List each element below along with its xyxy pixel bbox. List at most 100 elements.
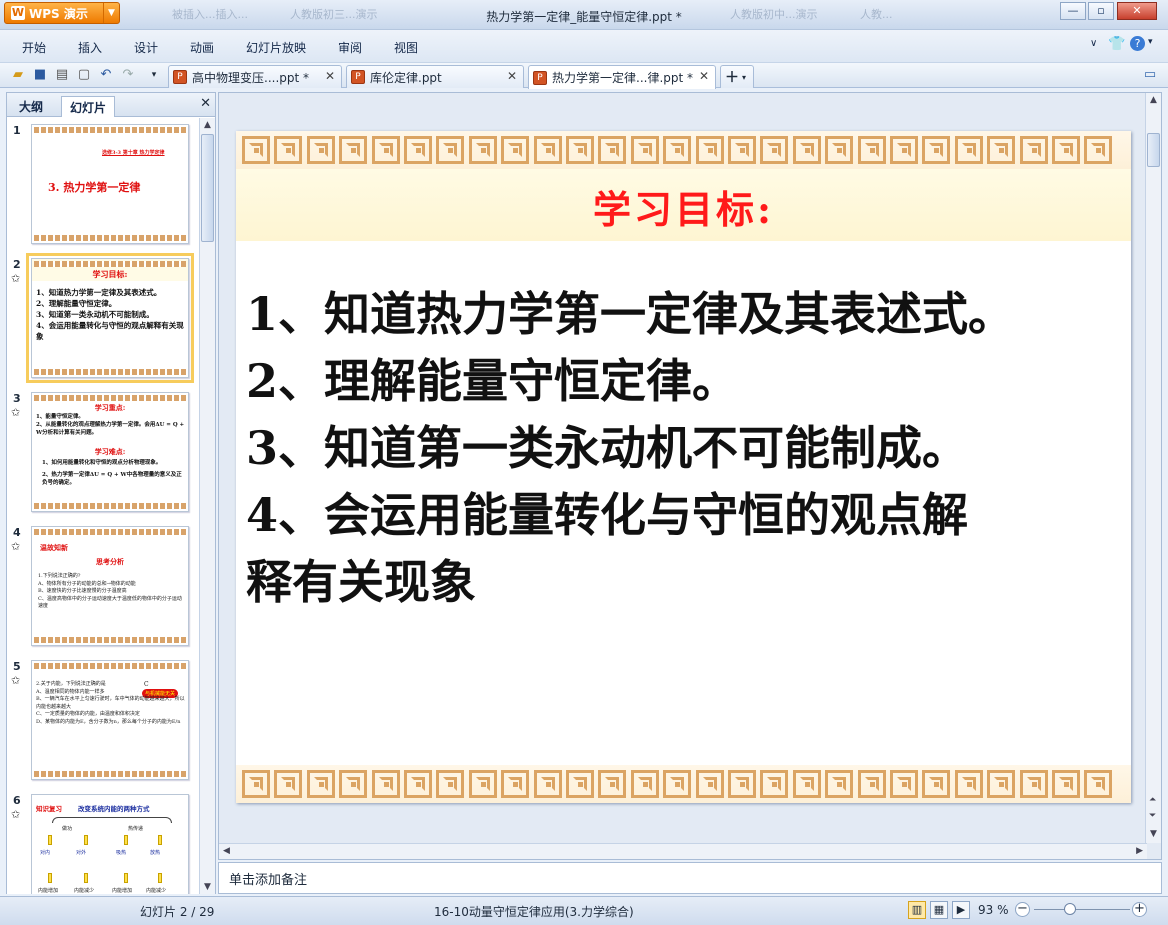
greek-key-tile bbox=[890, 136, 918, 164]
normal-view-button[interactable]: ▥ bbox=[908, 901, 926, 919]
zoom-in-button[interactable]: + bbox=[1132, 902, 1147, 917]
scrollbar-thumb[interactable] bbox=[1147, 133, 1160, 167]
help-dropdown-icon[interactable]: ▾ bbox=[1148, 37, 1153, 47]
scroll-down-icon[interactable]: ▼ bbox=[1150, 829, 1157, 839]
close-tab-icon[interactable]: ✕ bbox=[507, 69, 517, 83]
slide-sorter-button[interactable]: ▦ bbox=[930, 901, 948, 919]
thumb-arrow bbox=[158, 873, 162, 883]
slide-thumbnail[interactable]: 学习重点: 1、能量守恒定律。 2、从能量转化的观点理解热力学第一定律。会用ΔU… bbox=[31, 392, 189, 512]
greek-key-tile bbox=[631, 770, 659, 798]
animation-star-icon: ✩ bbox=[11, 406, 21, 419]
thumb-title-2: 学习难点: bbox=[94, 447, 126, 456]
slide-number: 5 bbox=[13, 660, 21, 673]
greek-key-tile bbox=[436, 770, 464, 798]
help-icon[interactable]: ? bbox=[1130, 36, 1145, 51]
slide-thumbnail[interactable]: 温故知新 思考分析 1.下列说法正确的? A、物体所有分子的动能的总和→物体的动… bbox=[31, 526, 189, 646]
close-pane-icon[interactable]: ✕ bbox=[200, 96, 211, 111]
greek-key-tile bbox=[1052, 136, 1080, 164]
menu-review[interactable]: 审阅 bbox=[338, 39, 362, 56]
slide-number: 6 bbox=[13, 794, 21, 807]
slide-thumbnail[interactable]: C 与机械能无关 2.关于内能，下列说法正确的是 A、温度相同的物体内能一样多 … bbox=[31, 660, 189, 780]
slides-pane-scrollbar[interactable]: ▲ ▼ bbox=[199, 118, 215, 894]
menu-slideshow[interactable]: 幻灯片放映 bbox=[246, 39, 306, 56]
greek-key-tile bbox=[566, 136, 594, 164]
tab-list-icon[interactable]: ▭ bbox=[1142, 67, 1158, 83]
greek-key-tile bbox=[1020, 136, 1048, 164]
tab-slides[interactable]: 幻灯片 bbox=[61, 96, 116, 117]
thumb-subtitle: 思考分析 bbox=[96, 557, 124, 566]
pane-tabs: 大纲 幻灯片 ✕ bbox=[7, 93, 215, 117]
customize-toolbar-icon[interactable]: ▾ bbox=[146, 67, 162, 83]
scrollbar-thumb[interactable] bbox=[201, 134, 214, 242]
close-tab-icon[interactable]: ✕ bbox=[325, 69, 335, 83]
slide-body-text[interactable]: 1、知道热力学第一定律及其表述式。 2、理解能量守恒定律。 3、知道第一类永动机… bbox=[246, 281, 1126, 616]
zoom-level[interactable]: 93 % bbox=[978, 903, 1009, 917]
slide-thumbnail[interactable]: 选修3-3 第十章 热力学定律 3. 热力学第一定律 bbox=[31, 124, 189, 244]
ppt-file-icon: P bbox=[173, 70, 187, 84]
maximize-button[interactable]: ▫ bbox=[1088, 2, 1114, 20]
slide-thumbnail[interactable]: 学习目标: 1、知道热力学第一定律及其表述式。 2、理解能量守恒定律。 3、知道… bbox=[26, 253, 194, 383]
greek-key-tile bbox=[1020, 770, 1048, 798]
close-tab-icon[interactable]: ✕ bbox=[699, 69, 709, 83]
menu-design[interactable]: 设计 bbox=[134, 39, 158, 56]
editor-vertical-scrollbar[interactable]: ▲ ⏶ ⏷ ▼ bbox=[1145, 93, 1161, 843]
scroll-right-icon[interactable]: ▶ bbox=[1136, 846, 1143, 856]
thumb-line: 2、从能量转化的观点理解热力学第一定律。会用ΔU = Q + W分析和计算有关问… bbox=[36, 422, 185, 436]
print-preview-icon[interactable]: ▢ bbox=[76, 67, 92, 83]
chevron-down-icon[interactable]: ∨ bbox=[1090, 38, 1097, 49]
slide-thumbnail[interactable]: 知识复习 改变系统内能的两种方式 做功 热传递 对内 对外 吸热 放热 内能增加… bbox=[31, 794, 189, 894]
greek-key-tile bbox=[663, 770, 691, 798]
thumb-node: 做功 bbox=[62, 826, 73, 832]
open-folder-icon[interactable]: ▰ bbox=[10, 67, 26, 83]
new-tab-button[interactable]: ＋ ▾ bbox=[720, 65, 754, 88]
menu-view[interactable]: 视图 bbox=[394, 39, 418, 56]
doc-tab-2[interactable]: P 库伦定律.ppt ✕ bbox=[346, 65, 524, 88]
menu-insert[interactable]: 插入 bbox=[78, 39, 102, 56]
slideshow-button[interactable]: ▶ bbox=[952, 901, 970, 919]
minimize-button[interactable]: — bbox=[1060, 2, 1086, 20]
greek-key-tile bbox=[1052, 770, 1080, 798]
skin-shirt-icon[interactable]: 👕 bbox=[1108, 36, 1125, 52]
editor-horizontal-scrollbar[interactable]: ◀ ▶ bbox=[219, 843, 1147, 859]
thumb-line: A、温度相同的物体内能一样多 bbox=[36, 688, 105, 695]
scroll-down-icon[interactable]: ▼ bbox=[204, 882, 211, 892]
greek-key-tile bbox=[598, 136, 626, 164]
zoom-slider-track[interactable] bbox=[1034, 909, 1130, 910]
thumb-node: 放热 bbox=[150, 850, 161, 856]
greek-key-border-bottom bbox=[236, 765, 1131, 803]
scroll-up-icon[interactable]: ▲ bbox=[204, 120, 211, 130]
greek-key-border-top bbox=[236, 131, 1131, 169]
zoom-slider-knob[interactable] bbox=[1064, 903, 1077, 915]
slide-canvas[interactable]: 学习目标: 1、知道热力学第一定律及其表述式。 2、理解能量守恒定律。 3、知道… bbox=[236, 131, 1131, 803]
save-icon[interactable]: ■ bbox=[32, 67, 48, 83]
slide-title[interactable]: 学习目标: bbox=[236, 179, 1131, 234]
slides-pane: 大纲 幻灯片 ✕ 1 选修3-3 第十章 热力学定律 3. 热力学第一定律 2 … bbox=[6, 92, 216, 894]
thumb-border bbox=[34, 771, 186, 777]
menu-home[interactable]: 开始 bbox=[22, 39, 46, 56]
thumb-node: 对内 bbox=[40, 850, 51, 856]
doc-tab-3-active[interactable]: P 热力学第一定律...律.ppt * ✕ bbox=[528, 65, 716, 89]
greek-key-tile bbox=[858, 770, 886, 798]
redo-icon[interactable]: ↷ bbox=[120, 67, 136, 83]
page-up-icon[interactable]: ⏶ bbox=[1149, 795, 1156, 805]
thumb-border bbox=[34, 369, 186, 375]
greek-key-tile bbox=[728, 136, 756, 164]
page-down-icon[interactable]: ⏷ bbox=[1149, 811, 1156, 821]
animation-star-icon: ✩ bbox=[11, 808, 21, 821]
scroll-left-icon[interactable]: ◀ bbox=[223, 846, 230, 856]
print-icon[interactable]: ▤ bbox=[54, 67, 70, 83]
undo-icon[interactable]: ↶ bbox=[98, 67, 114, 83]
thumb-line: B、一辆汽车在水平上匀速行驶时，车中气体的动能越来越大，所以内能也越来越大 bbox=[36, 696, 185, 710]
menu-animation[interactable]: 动画 bbox=[190, 39, 214, 56]
tab-outline[interactable]: 大纲 bbox=[11, 96, 51, 117]
thumb-node: 内能减少 bbox=[74, 888, 95, 894]
notes-pane[interactable]: 单击添加备注 bbox=[218, 862, 1162, 894]
zoom-out-button[interactable]: − bbox=[1015, 902, 1030, 917]
thumb-node: 热传递 bbox=[128, 826, 144, 832]
scroll-up-icon[interactable]: ▲ bbox=[1150, 95, 1157, 105]
thumb-border bbox=[34, 663, 186, 669]
greek-key-tile bbox=[793, 770, 821, 798]
doc-tab-1[interactable]: P 高中物理变压....ppt * ✕ bbox=[168, 65, 342, 88]
greek-key-tile bbox=[501, 770, 529, 798]
close-window-button[interactable]: ✕ bbox=[1117, 2, 1157, 20]
